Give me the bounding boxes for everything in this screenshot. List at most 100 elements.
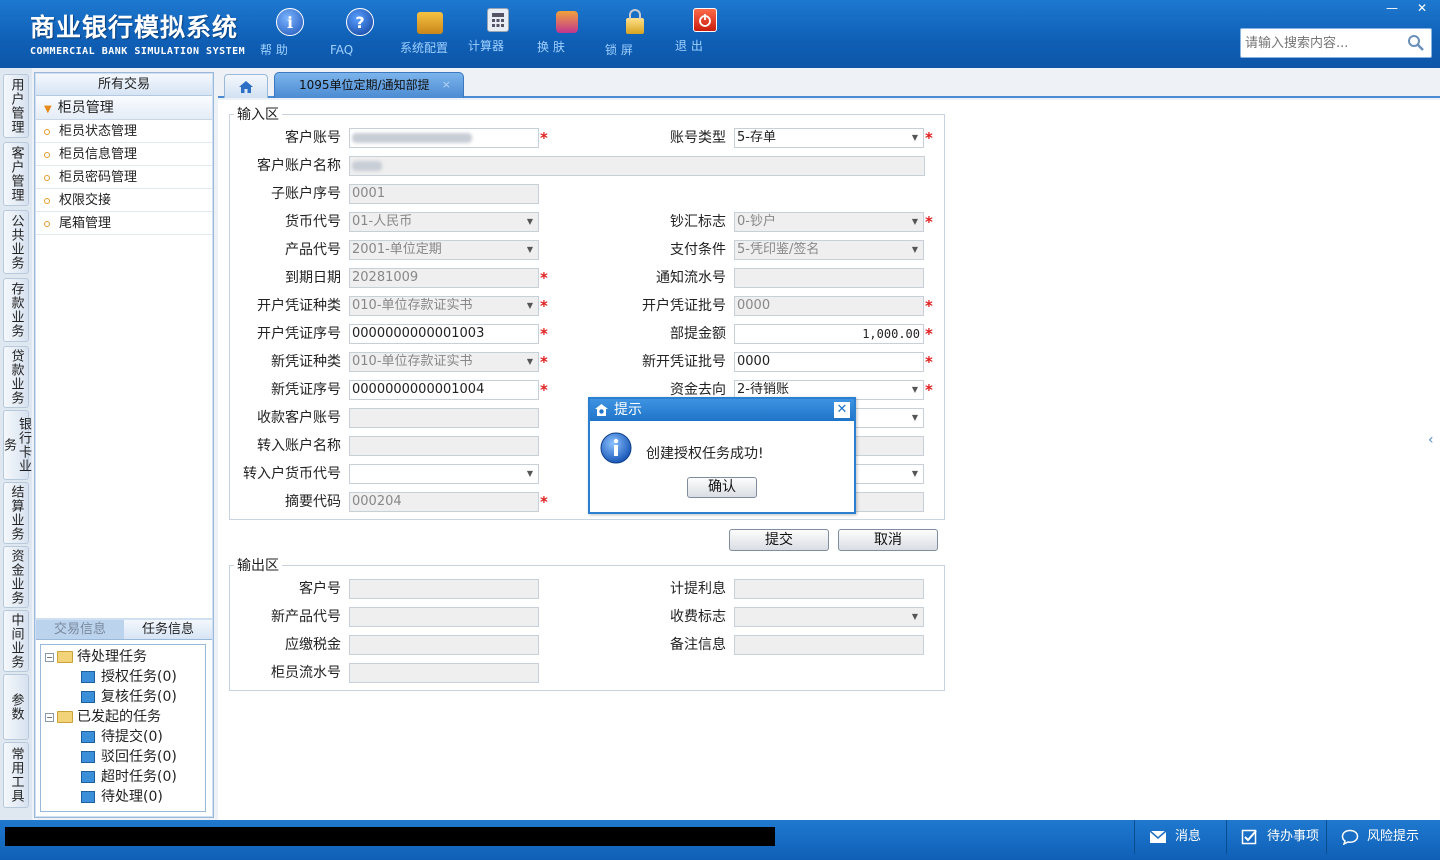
folder-open-icon <box>57 651 73 663</box>
cust-name-input[interactable] <box>349 156 925 176</box>
calculator-button[interactable]: 计算器 <box>468 8 528 53</box>
open-vbatch-label: 开户凭证批号 <box>642 298 726 314</box>
required-mark: * <box>540 493 548 511</box>
task-tree: − 待处理任务 授权任务(0) 复核任务(0) − 已发起的任务 待提交(0) 驳回… <box>40 644 206 812</box>
vtab-parameters[interactable]: 参数 <box>3 674 29 740</box>
skin-button[interactable]: 换 肤 <box>537 8 597 54</box>
faq-button[interactable]: ? FAQ <box>330 8 390 57</box>
new-vseq-input[interactable]: 0000000000001004 <box>349 380 539 400</box>
window-minimize-button[interactable]: — <box>1378 0 1406 16</box>
vtab-loan-business[interactable]: 贷款业务 <box>3 346 29 408</box>
vtab-user-mgmt[interactable]: 用户管理 <box>3 74 29 138</box>
menu-item-permission-handover[interactable]: 权限交接 <box>36 189 212 212</box>
open-vtype-select[interactable]: 010-单位存款证实书 ▼ <box>349 296 539 316</box>
task-icon <box>81 671 95 683</box>
tree-node-timeout[interactable]: 超时任务(0) <box>81 767 177 787</box>
open-vbatch-input[interactable]: 0000 <box>734 296 924 316</box>
document-tabs: 1095单位定期/通知部提 × <box>218 72 1440 98</box>
lock-screen-button[interactable]: 锁 屏 <box>605 8 665 57</box>
required-mark: * <box>925 129 933 147</box>
dropdown-arrow-icon: ▼ <box>907 409 923 427</box>
dropdown-arrow-icon: ▼ <box>522 353 538 371</box>
notice-no-input[interactable] <box>734 268 924 288</box>
in-currency-label: 转入户货币代号 <box>243 466 341 482</box>
required-mark: * <box>925 353 933 371</box>
collapse-right-panel-icon[interactable]: ‹ <box>1428 432 1434 448</box>
required-mark: * <box>925 213 933 231</box>
dialog-close-button[interactable]: ✕ <box>834 402 850 418</box>
product-select[interactable]: 2001-单位定期 ▼ <box>349 240 539 260</box>
open-vseq-input[interactable]: 0000000000001003 <box>349 324 539 344</box>
envelope-icon <box>1149 830 1167 843</box>
app-header: 商业银行模拟系统 COMMERCIAL BANK SIMULATION SYST… <box>0 0 1440 68</box>
status-todo-button[interactable]: 待办事项 <box>1226 820 1326 854</box>
status-risk-button[interactable]: 风险提示 <box>1326 820 1440 854</box>
in-currency-select[interactable]: ▼ <box>349 464 539 484</box>
menu-item-teller-password[interactable]: 柜员密码管理 <box>36 166 212 189</box>
collapse-icon[interactable]: − <box>45 712 54 722</box>
vtab-public-business[interactable]: 公共业务 <box>3 210 29 274</box>
acct-type-select[interactable]: 5-存单 ▼ <box>734 128 924 148</box>
tab-transaction-info[interactable]: 交易信息 <box>36 620 124 639</box>
vtab-deposit-business[interactable]: 存款业务 <box>3 278 29 342</box>
search-input[interactable] <box>1241 29 1401 57</box>
menu-item-teller-status[interactable]: 柜员状态管理 <box>36 120 212 143</box>
task-panel: 交易信息 任务信息 − 待处理任务 授权任务(0) 复核任务(0) − 已发起的任务… <box>36 620 212 816</box>
tree-node-to-submit[interactable]: 待提交(0) <box>81 727 163 747</box>
due-date-input[interactable]: 20281009 <box>349 268 539 288</box>
search-icon[interactable] <box>1407 34 1425 52</box>
recv-acct-input[interactable] <box>349 408 539 428</box>
menu-group-teller-mgmt[interactable]: ▼ 柜员管理 <box>36 96 212 120</box>
search-box <box>1240 28 1432 58</box>
cancel-button[interactable]: 取消 <box>838 529 938 551</box>
tab-home[interactable] <box>224 74 268 98</box>
tree-node-rejected[interactable]: 驳回任务(0) <box>81 747 177 767</box>
currency-select[interactable]: 01-人民币 ▼ <box>349 212 539 232</box>
vtab-intermediary[interactable]: 中间业务 <box>3 610 29 672</box>
menu-header[interactable]: 所有交易 <box>36 74 212 96</box>
pay-cond-select[interactable]: 5-凭印鉴/签名 ▼ <box>734 240 924 260</box>
tab-1095-partial-withdrawal[interactable]: 1095单位定期/通知部提 × <box>274 72 464 98</box>
vtab-settlement[interactable]: 结算业务 <box>3 482 29 544</box>
in-name-input[interactable] <box>349 436 539 456</box>
task-icon <box>81 731 95 743</box>
partial-amt-input[interactable]: 1,000.00 <box>734 324 924 344</box>
menu-item-cash-box[interactable]: 尾箱管理 <box>36 212 212 235</box>
tree-node-review-tasks[interactable]: 复核任务(0) <box>81 687 177 707</box>
summary-input[interactable]: 000204 <box>349 492 539 512</box>
exit-button[interactable]: 退 出 <box>675 8 735 53</box>
menu-item-teller-info[interactable]: 柜员信息管理 <box>36 143 212 166</box>
system-config-button[interactable]: 系统配置 <box>400 8 460 55</box>
checkbox-icon <box>1241 829 1257 845</box>
cash-flag-select[interactable]: 0-钞户 ▼ <box>734 212 924 232</box>
fee-flag-label: 收费标志 <box>670 609 726 625</box>
tree-node-processing[interactable]: 待处理(0) <box>81 787 163 807</box>
cust-acct-input[interactable] <box>349 128 539 148</box>
required-mark: * <box>540 381 548 399</box>
collapse-icon[interactable]: − <box>45 652 54 662</box>
tree-node-auth-tasks[interactable]: 授权任务(0) <box>81 667 177 687</box>
new-vbatch-input[interactable]: 0000 <box>734 352 924 372</box>
sub-seq-input[interactable]: 0001 <box>349 184 539 204</box>
tab-task-info[interactable]: 任务信息 <box>124 620 212 639</box>
task-icon <box>81 691 95 703</box>
app-icon <box>595 404 608 416</box>
tree-node-pending[interactable]: − 待处理任务 <box>45 647 147 667</box>
tree-node-started[interactable]: − 已发起的任务 <box>45 707 161 727</box>
vtab-customer-mgmt[interactable]: 客户管理 <box>3 142 29 206</box>
vtab-funds[interactable]: 资金业务 <box>3 546 29 608</box>
window-close-button[interactable]: ✕ <box>1408 0 1436 16</box>
status-messages-button[interactable]: 消息 <box>1134 820 1226 854</box>
vtab-bank-card[interactable]: 银行卡业务 <box>1 410 31 480</box>
tab-close-button[interactable]: × <box>442 73 451 97</box>
dialog-confirm-button[interactable]: 确认 <box>687 477 757 498</box>
vtab-common-tools[interactable]: 常用工具 <box>3 742 29 808</box>
required-mark: * <box>540 129 548 147</box>
submit-button[interactable]: 提交 <box>729 529 829 551</box>
new-prod-label: 新产品代号 <box>271 609 341 625</box>
help-button[interactable]: i 帮 助 <box>260 8 320 57</box>
new-vtype-select[interactable]: 010-单位存款证实书 ▼ <box>349 352 539 372</box>
dropdown-arrow-icon: ▼ <box>907 213 923 231</box>
fee-flag-select[interactable]: ▼ <box>734 607 924 627</box>
cust-name-label: 客户账户名称 <box>257 158 341 174</box>
